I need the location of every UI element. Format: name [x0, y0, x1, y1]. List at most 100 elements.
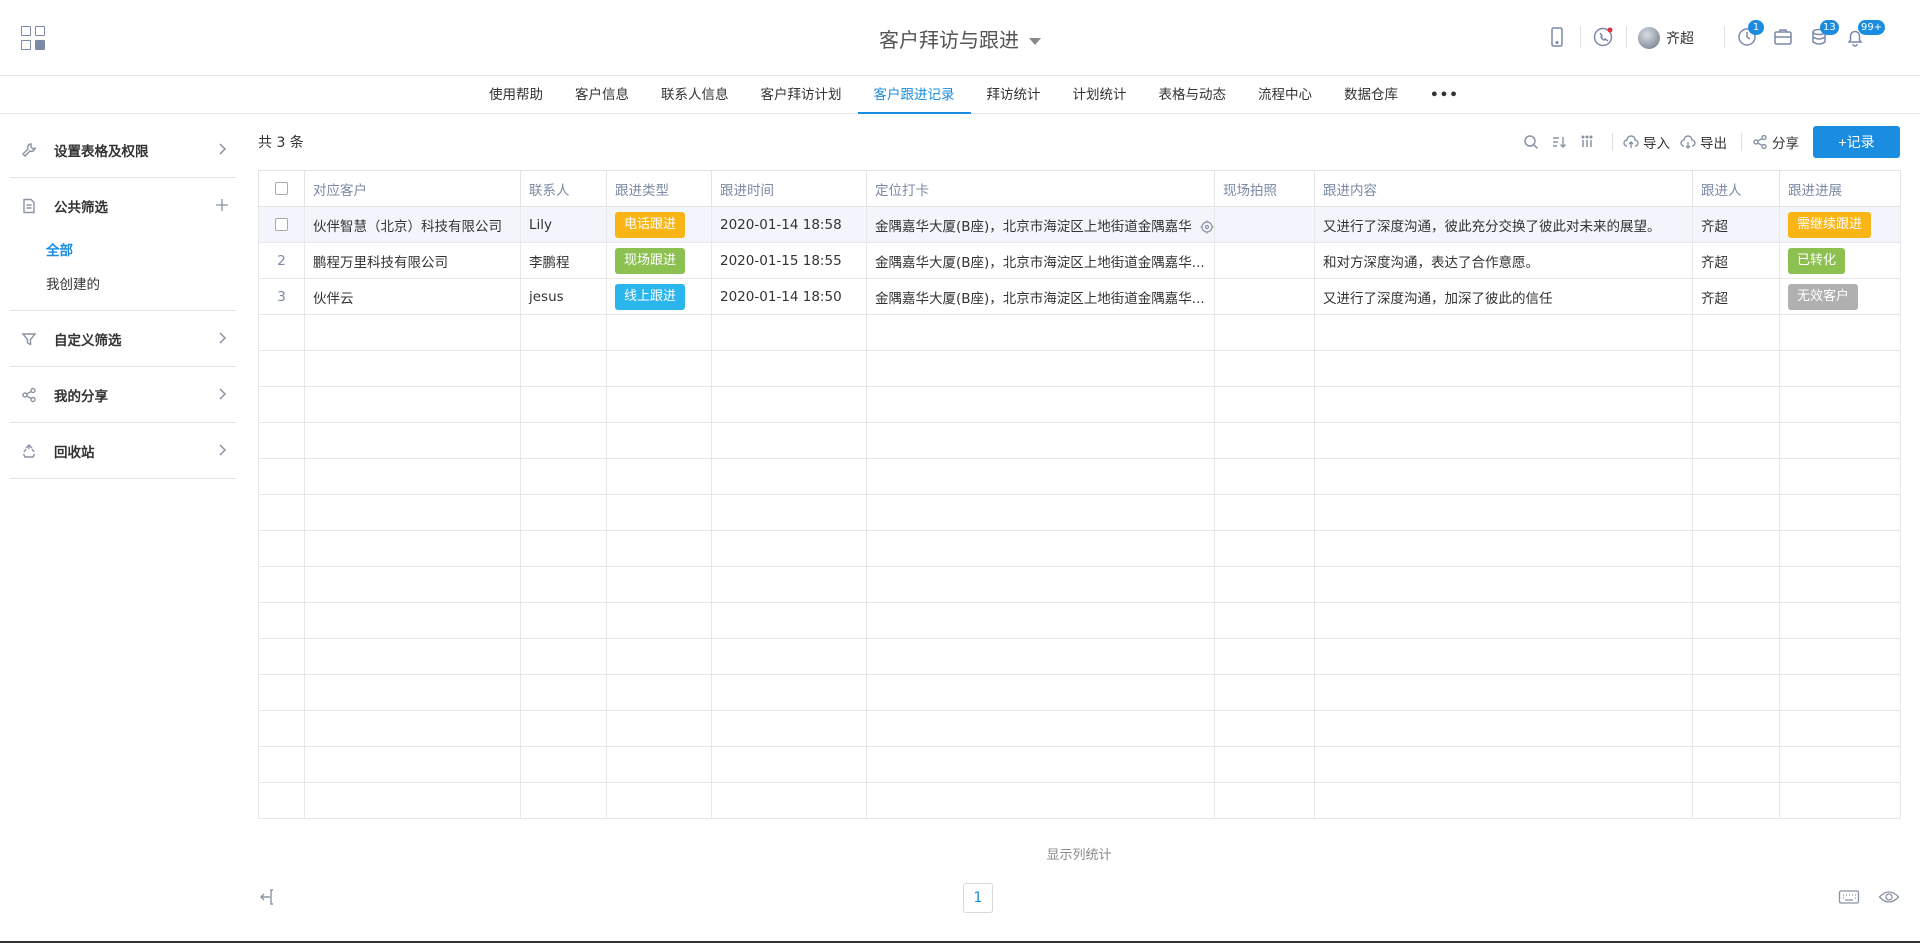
- cell-customer[interactable]: 伙伴智慧（北京）科技有限公司: [304, 206, 521, 243]
- cell-type[interactable]: 电话跟进: [606, 206, 712, 243]
- col-header-type[interactable]: 跟进类型: [606, 170, 712, 207]
- stack-icon[interactable]: 13: [1808, 20, 1839, 48]
- nav-plan-stats[interactable]: 计划统计: [1057, 76, 1143, 114]
- search-icon[interactable]: [1520, 131, 1542, 153]
- column-stats-toggle[interactable]: 显示列统计: [258, 844, 1900, 863]
- bell-badge: 99+: [1858, 20, 1886, 35]
- sidebar-item-settings[interactable]: 设置表格及权限: [10, 122, 236, 178]
- cell-content[interactable]: 和对方深度沟通，表达了合作意愿。: [1314, 242, 1693, 279]
- cell-location[interactable]: 金隅嘉华大厦(B座)，北京市海淀区上地街道金隅嘉华: [866, 206, 1215, 243]
- keyboard-icon[interactable]: [1838, 888, 1860, 906]
- empty-row: [258, 602, 1901, 639]
- empty-cell: [866, 350, 1215, 387]
- cell-progress[interactable]: 无效客户: [1779, 278, 1901, 315]
- phone-icon[interactable]: [1592, 26, 1614, 48]
- row-checkbox[interactable]: [258, 206, 305, 243]
- empty-cell: [606, 782, 712, 819]
- sidebar-item-public-filter[interactable]: 公共筛选: [10, 178, 236, 234]
- cell-progress[interactable]: 需继续跟进: [1779, 206, 1901, 243]
- empty-cell: [711, 386, 867, 423]
- sidebar-item-my-share[interactable]: 我的分享: [10, 367, 236, 423]
- filter-created-by-me[interactable]: 我创建的: [10, 268, 236, 302]
- cell-type[interactable]: 线上跟进: [606, 278, 712, 315]
- cell-contact[interactable]: Lily: [520, 206, 607, 243]
- empty-cell: [520, 314, 607, 351]
- cell-owner[interactable]: 齐超: [1692, 206, 1780, 243]
- col-header-content[interactable]: 跟进内容: [1314, 170, 1693, 207]
- empty-cell: [866, 314, 1215, 351]
- table-row[interactable]: 2 鹏程万里科技有限公司 李鹏程 现场跟进 2020-01-15 18:55 金…: [258, 242, 1901, 279]
- wrench-icon: [20, 141, 38, 159]
- nav-followup-records[interactable]: 客户跟进记录: [857, 76, 971, 114]
- cell-contact[interactable]: 李鹏程: [520, 242, 607, 279]
- nav-customer-info[interactable]: 客户信息: [559, 76, 645, 114]
- cell-type[interactable]: 现场跟进: [606, 242, 712, 279]
- add-record-button[interactable]: +记录: [1813, 126, 1900, 158]
- sidebar-item-custom-filter[interactable]: 自定义筛选: [10, 311, 236, 367]
- page-number-button[interactable]: 1: [963, 883, 993, 913]
- nav-help[interactable]: 使用帮助: [473, 76, 559, 114]
- share-button[interactable]: 分享: [1752, 132, 1799, 152]
- import-button[interactable]: 导入: [1623, 132, 1670, 152]
- bell-icon[interactable]: 99+: [1844, 20, 1886, 48]
- cell-time[interactable]: 2020-01-15 18:55: [711, 242, 867, 279]
- empty-row: [258, 422, 1901, 459]
- cell-owner[interactable]: 齐超: [1692, 278, 1780, 315]
- table-row[interactable]: 伙伴智慧（北京）科技有限公司 Lily 电话跟进 2020-01-14 18:5…: [258, 206, 1901, 243]
- cell-time[interactable]: 2020-01-14 18:50: [711, 278, 867, 315]
- cell-time[interactable]: 2020-01-14 18:58: [711, 206, 867, 243]
- col-header-time[interactable]: 跟进时间: [711, 170, 867, 207]
- briefcase-icon[interactable]: [1772, 26, 1794, 48]
- col-header-customer[interactable]: 对应客户: [304, 170, 521, 207]
- cell-customer[interactable]: 鹏程万里科技有限公司: [304, 242, 521, 279]
- col-header-photo[interactable]: 现场拍照: [1214, 170, 1315, 207]
- cell-content[interactable]: 又进行了深度沟通，彼此充分交换了彼此对未来的展望。: [1314, 206, 1693, 243]
- cloud-upload-icon: [1623, 135, 1639, 148]
- clock-icon[interactable]: 1: [1736, 20, 1764, 48]
- export-button[interactable]: 导出: [1680, 132, 1727, 152]
- cell-photo[interactable]: [1214, 242, 1315, 279]
- cell-photo[interactable]: [1214, 206, 1315, 243]
- cell-location[interactable]: 金隅嘉华大厦(B座)，北京市海淀区上地街道金隅嘉华...: [866, 278, 1215, 315]
- select-all-checkbox[interactable]: [258, 170, 305, 207]
- nav-visit-stats[interactable]: 拜访统计: [971, 76, 1057, 114]
- mobile-icon[interactable]: [1546, 26, 1568, 48]
- empty-row: [258, 566, 1901, 603]
- add-filter-icon[interactable]: [214, 197, 230, 213]
- collapse-sidebar-icon[interactable]: [258, 886, 280, 908]
- empty-cell: [606, 350, 712, 387]
- eye-icon[interactable]: [1878, 888, 1900, 906]
- cell-contact[interactable]: jesus: [520, 278, 607, 315]
- nav-contact-info[interactable]: 联系人信息: [645, 76, 745, 114]
- locate-icon[interactable]: [1200, 220, 1214, 234]
- stack-badge: 13: [1820, 20, 1839, 35]
- empty-cell: [1214, 314, 1315, 351]
- cell-owner[interactable]: 齐超: [1692, 242, 1780, 279]
- sidebar-item-recycle-bin[interactable]: 回收站: [10, 423, 236, 479]
- user-menu[interactable]: 齐超: [1638, 26, 1694, 50]
- cell-content[interactable]: 又进行了深度沟通，加深了彼此的信任: [1314, 278, 1693, 315]
- col-header-owner[interactable]: 跟进人: [1692, 170, 1780, 207]
- col-header-progress[interactable]: 跟进进展: [1779, 170, 1901, 207]
- columns-icon[interactable]: [1576, 131, 1598, 153]
- table-row[interactable]: 3 伙伴云 jesus 线上跟进 2020-01-14 18:50 金隅嘉华大厦…: [258, 278, 1901, 315]
- cell-progress[interactable]: 已转化: [1779, 242, 1901, 279]
- empty-cell: [1779, 530, 1901, 567]
- empty-cell: [258, 530, 305, 567]
- sort-icon[interactable]: [1548, 131, 1570, 153]
- filter-all[interactable]: 全部: [10, 234, 236, 268]
- more-menu-icon[interactable]: •••: [1414, 76, 1475, 114]
- empty-cell: [520, 494, 607, 531]
- col-header-location[interactable]: 定位打卡: [866, 170, 1215, 207]
- col-header-contact[interactable]: 联系人: [520, 170, 607, 207]
- empty-cell: [711, 710, 867, 747]
- empty-cell: [711, 314, 867, 351]
- nav-visit-plan[interactable]: 客户拜访计划: [745, 76, 858, 114]
- cell-customer[interactable]: 伙伴云: [304, 278, 521, 315]
- nav-data-warehouse[interactable]: 数据仓库: [1328, 76, 1414, 114]
- nav-workflow-center[interactable]: 流程中心: [1242, 76, 1328, 114]
- nav-table-activity[interactable]: 表格与动态: [1143, 76, 1243, 114]
- empty-cell: [1214, 566, 1315, 603]
- cell-location[interactable]: 金隅嘉华大厦(B座)，北京市海淀区上地街道金隅嘉华...: [866, 242, 1215, 279]
- cell-photo[interactable]: [1214, 278, 1315, 315]
